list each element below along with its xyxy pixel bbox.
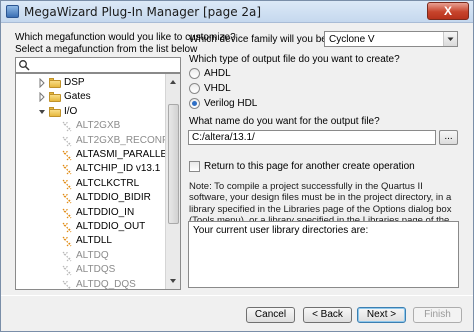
library-directories-label: Your current user library directories ar… [193, 225, 369, 236]
library-directories-box: Your current user library directories ar… [188, 221, 459, 288]
footer-separator [1, 295, 473, 296]
tree-item-label: ALTDLL [76, 235, 112, 247]
megafunction-icon [62, 251, 72, 262]
megafunction-tree[interactable]: ALTDQ_DQS ALTDQS ALTDQ ALTDLL ALTDDIO_OUT ALT… [15, 73, 181, 290]
tree-item-row[interactable]: ALTDDIO_BIDIR [16, 191, 166, 206]
tree-folder-label: DSP [64, 77, 85, 88]
tree-item-row[interactable]: ALTCLKCTRL [16, 177, 166, 192]
megafunction-icon [62, 121, 72, 132]
tree-item-row[interactable]: ALTASMI_PARALLEL [16, 148, 173, 163]
tree-item-row[interactable]: ALTCHIP_ID v13.1 [16, 162, 166, 177]
tree-item-label: ALT2GXB [76, 120, 121, 132]
back-button[interactable]: < Back [303, 307, 352, 323]
tree-item-row[interactable]: ALTDQ [16, 249, 166, 264]
radio-verilog-hdl[interactable] [189, 98, 200, 109]
folder-icon [49, 78, 61, 88]
window-title: MegaWizard Plug-In Manager [page 2a] [24, 5, 262, 19]
tree-folder-row[interactable]: Gates [16, 90, 166, 105]
tree-item-row[interactable]: ALT2GXB [16, 119, 166, 134]
radio-vhdl-label: VHDL [204, 83, 231, 94]
tree-item-label: ALTCLKCTRL [76, 177, 140, 189]
return-checkbox[interactable] [189, 161, 200, 172]
chevron-down-icon [447, 37, 454, 41]
megafunction-icon [62, 150, 72, 161]
folder-icon [49, 92, 61, 103]
megafunction-icon [62, 208, 72, 219]
tree-folder-row[interactable]: DSP [16, 76, 166, 91]
radio-vhdl[interactable] [189, 83, 200, 94]
scroll-thumb[interactable] [168, 104, 179, 224]
expanded-arrow-icon[interactable] [38, 107, 46, 117]
tree-item-label: ALTDQ [76, 249, 109, 261]
tree-item-row[interactable]: ALT2GXB_RECONFIG [16, 134, 179, 149]
megafunction-icon [62, 280, 72, 289]
output-file-path-input[interactable]: C:/altera/13.1/ [188, 130, 436, 145]
tree-item-label: ALTCHIP_ID v13.1 [76, 163, 161, 175]
tree-item-label: ALTDDIO_OUT [76, 221, 146, 232]
close-button[interactable]: X [427, 2, 469, 20]
radio-verilog-hdl-label: Verilog HDL [204, 98, 258, 109]
megafunction-instruction: Select a megafunction from the list belo… [15, 44, 198, 55]
cancel-button[interactable]: Cancel [246, 307, 295, 323]
collapsed-arrow-icon[interactable] [38, 92, 46, 103]
tree-item-label: ALTDDIO_IN [76, 206, 135, 218]
dropdown-button[interactable] [443, 32, 457, 46]
scroll-down-arrow-icon[interactable] [167, 274, 179, 288]
tree-folder-label: I/O [64, 105, 78, 117]
radio-ahdl-label: AHDL [204, 68, 231, 79]
megafunction-icon [62, 265, 72, 276]
tree-item-row[interactable]: ALTDQS [16, 263, 166, 278]
tree-item-row[interactable]: ALTDDIO_OUT [16, 220, 166, 235]
tree-item-label: ALT2GXB_RECONFIG [76, 134, 179, 146]
browse-button[interactable]: ... [439, 130, 458, 145]
radio-ahdl[interactable] [189, 68, 200, 79]
scroll-up-arrow-icon[interactable] [167, 75, 179, 89]
search-input[interactable] [32, 58, 180, 72]
output-name-label: What name do you want for the output fil… [189, 116, 380, 127]
tree-item-label: ALTDQS [76, 264, 116, 276]
megafunction-icon [62, 179, 72, 190]
tree-item-row[interactable]: ALTDQ_DQS [16, 278, 166, 290]
megafunction-icon [62, 236, 72, 247]
tree-scrollbar[interactable] [165, 74, 180, 289]
app-icon [6, 5, 19, 18]
return-checkbox-label: Return to this page for another create o… [204, 161, 415, 172]
tree-item-row[interactable]: ALTDDIO_IN [16, 206, 166, 221]
megafunction-icon [62, 136, 72, 147]
tree-item-label: ALTASMI_PARALLEL [76, 149, 173, 160]
tree-item-label: ALTDQ_DQS [76, 278, 136, 290]
title-bar[interactable]: MegaWizard Plug-In Manager [page 2a] X [1, 1, 473, 23]
device-family-select[interactable]: Cyclone V [324, 31, 458, 47]
tree-folder-row[interactable]: I/O [16, 105, 166, 120]
output-type-label: Which type of output file do you want to… [189, 54, 400, 65]
tree-item-label: ALTDDIO_BIDIR [76, 192, 151, 204]
megafunction-search[interactable] [15, 57, 181, 73]
next-button[interactable]: Next > [357, 307, 406, 323]
megafunction-icon [62, 222, 72, 233]
search-icon [19, 60, 30, 71]
megawizard-window: MegaWizard Plug-In Manager [page 2a] X W… [0, 0, 474, 332]
collapsed-arrow-icon[interactable] [38, 78, 46, 88]
megafunction-icon [62, 193, 72, 204]
megafunction-icon [62, 164, 72, 175]
device-family-value: Cyclone V [329, 34, 375, 45]
finish-button[interactable]: Finish [413, 307, 462, 323]
tree-item-row[interactable]: ALTDLL [16, 234, 166, 249]
folder-icon [49, 106, 61, 117]
tree-folder-label: Gates [64, 91, 91, 103]
